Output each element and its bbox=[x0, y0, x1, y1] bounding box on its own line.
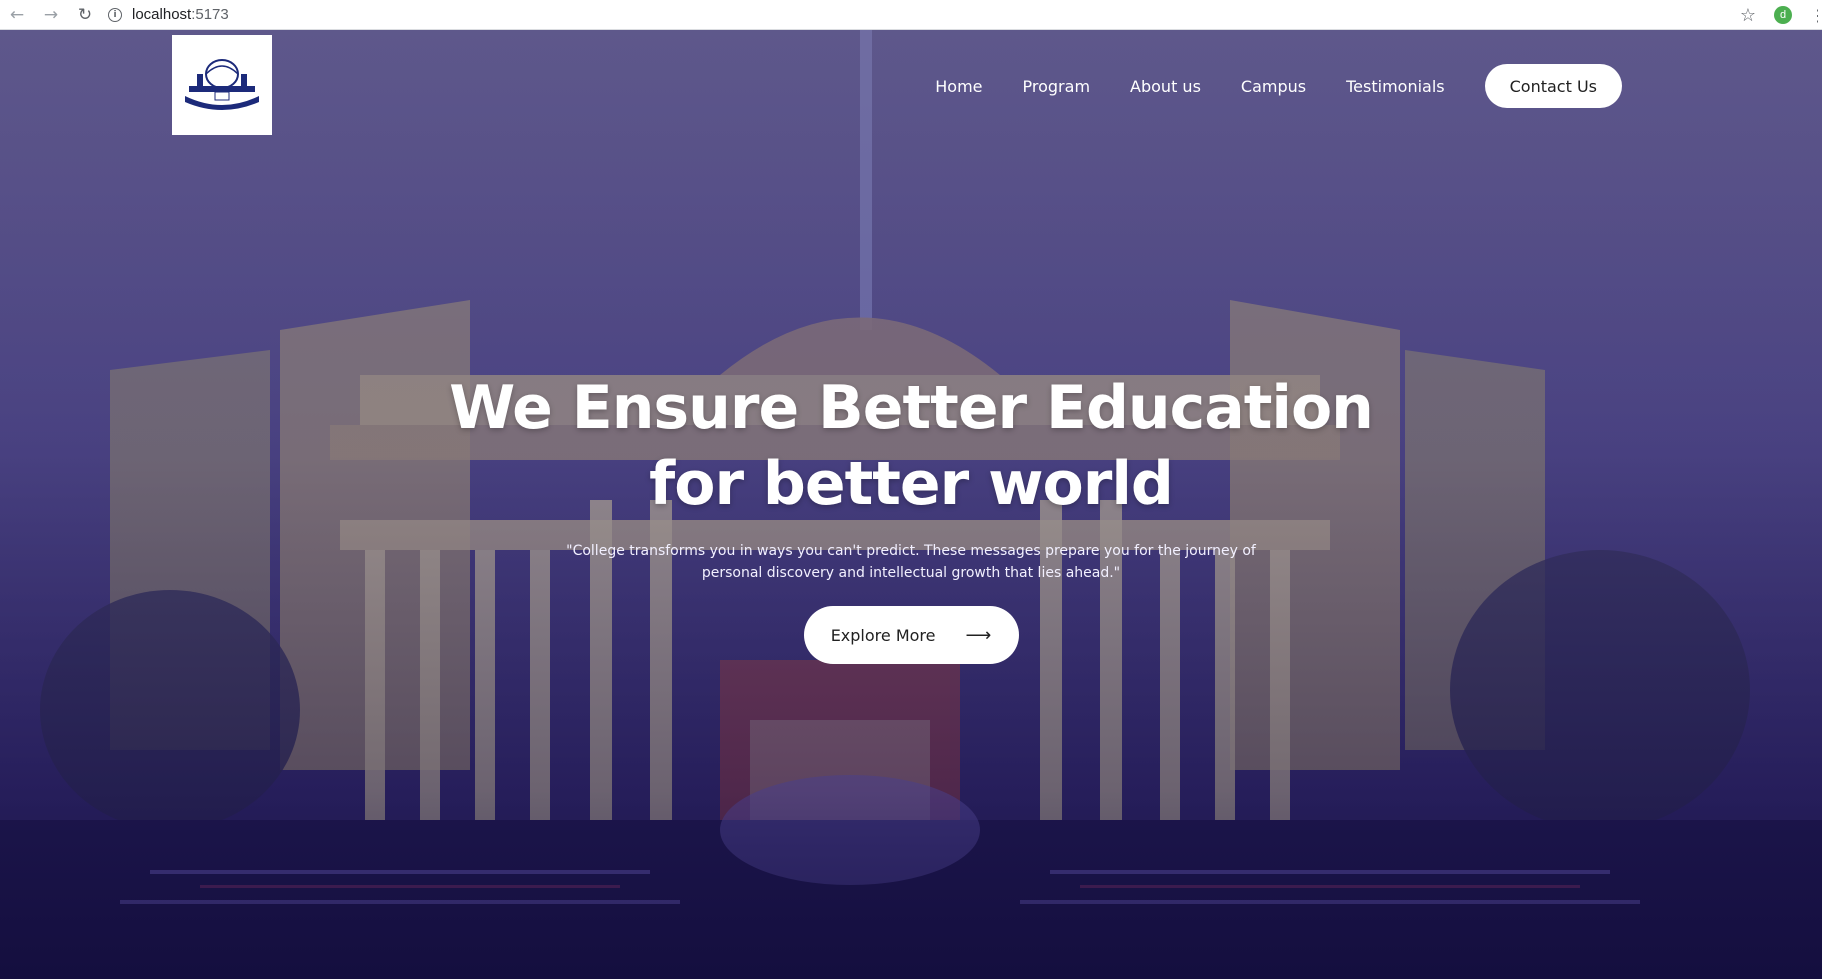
profile-avatar[interactable]: d bbox=[1774, 6, 1792, 24]
arrow-right-icon: ⟶ bbox=[965, 624, 992, 646]
info-icon[interactable]: i bbox=[108, 7, 122, 22]
explore-more-button[interactable]: Explore More ⟶ bbox=[803, 606, 1019, 664]
star-icon[interactable]: ☆ bbox=[1740, 5, 1756, 26]
hero-title: We Ensure Better Education for better wo… bbox=[0, 370, 1822, 522]
explore-more-label: Explore More bbox=[830, 625, 936, 645]
contact-us-button[interactable]: Contact Us bbox=[1484, 64, 1622, 108]
url-host: localhost bbox=[132, 6, 192, 23]
hero-title-line-1: We Ensure Better Education bbox=[449, 373, 1374, 443]
back-arrow-icon[interactable]: ← bbox=[0, 0, 34, 30]
hero-quote: "College transforms you in ways you can'… bbox=[566, 543, 1256, 581]
forward-arrow-icon[interactable]: → bbox=[34, 0, 68, 30]
nav-link-about[interactable]: About us bbox=[1130, 77, 1201, 96]
hero-section: Home Program About us Campus Testimonial… bbox=[0, 30, 1822, 979]
nav-link-home[interactable]: Home bbox=[935, 77, 982, 96]
browser-toolbar: ← → ↻ i localhost:5173 ☆ d ⋮ bbox=[0, 0, 1822, 30]
nav-link-testimonials[interactable]: Testimonials bbox=[1346, 77, 1445, 96]
nav-link-program[interactable]: Program bbox=[1023, 77, 1091, 96]
hero-content: We Ensure Better Education for better wo… bbox=[0, 370, 1822, 664]
menu-icon[interactable]: ⋮ bbox=[1810, 6, 1818, 25]
reload-icon[interactable]: ↻ bbox=[68, 0, 102, 30]
hero-title-line-2: for better world bbox=[649, 449, 1174, 519]
address-bar[interactable]: i localhost:5173 bbox=[108, 0, 229, 30]
college-logo[interactable] bbox=[172, 35, 272, 135]
url-port: :5173 bbox=[191, 6, 229, 23]
nav-link-campus[interactable]: Campus bbox=[1241, 77, 1306, 96]
main-nav: Home Program About us Campus Testimonial… bbox=[935, 64, 1622, 108]
college-emblem-icon bbox=[185, 59, 259, 110]
